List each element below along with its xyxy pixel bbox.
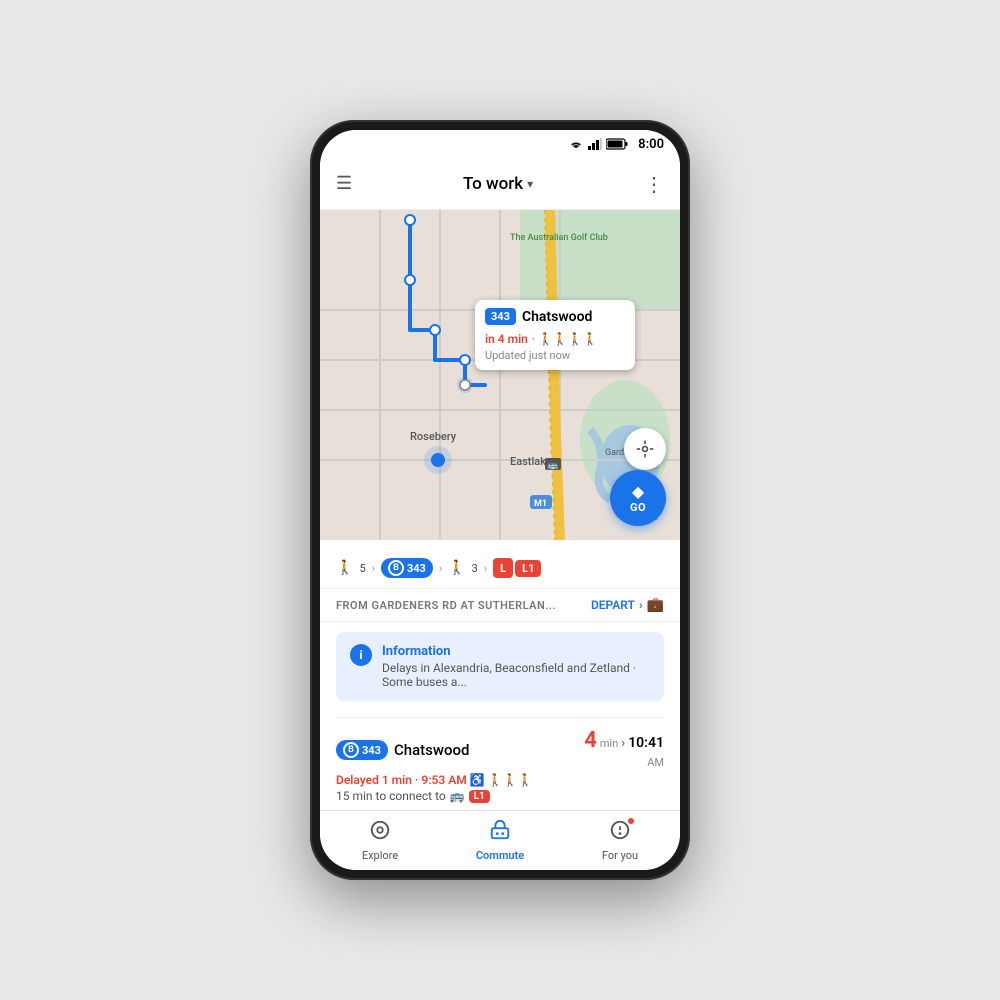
depart-label: DEPART	[591, 598, 635, 612]
map-area: Maloney St Jlener Rd Rosebery Eastlakes	[320, 210, 680, 540]
info-icon: i	[350, 644, 372, 666]
info-title: Information	[382, 644, 650, 659]
trip-right: 4 min › 10:41 AM	[584, 730, 664, 770]
arrival-time: 10:41	[628, 735, 664, 751]
status-bar: 8:00	[320, 130, 680, 158]
tooltip-time: in 4 min	[485, 332, 528, 346]
train-number-badge: L1	[515, 560, 541, 577]
svg-text:M1: M1	[534, 499, 547, 509]
tooltip-occupancy: · 🚶🚶🚶🚶	[532, 332, 598, 346]
status-time: 8:00	[638, 137, 664, 152]
info-content: Information Delays in Alexandria, Beacon…	[382, 644, 650, 689]
svg-text:🚌: 🚌	[547, 461, 558, 471]
go-label: GO	[630, 501, 646, 514]
info-body: Delays in Alexandria, Beaconsfield and Z…	[382, 661, 650, 689]
nav-commute[interactable]: Commute	[440, 811, 560, 870]
depart-chevron: ›	[639, 598, 643, 612]
route-summary: 🚶 5 › B 343 › 🚶 3 › L L1	[320, 554, 680, 589]
go-arrow-icon: ◆	[632, 482, 644, 501]
signal-icon	[588, 138, 602, 150]
explore-icon	[369, 819, 391, 846]
svg-text:The Australian Golf Club: The Australian Golf Club	[510, 233, 608, 243]
walk2-steps: 3	[472, 562, 478, 575]
trip-left: B 343 Chatswood	[336, 740, 469, 760]
arrival-arrow: ›	[621, 736, 625, 751]
tooltip-update: Updated just now	[485, 349, 625, 362]
chevron2: ›	[439, 562, 442, 575]
trip-card[interactable]: B 343 Chatswood 4 min › 10:41	[336, 717, 664, 810]
bottom-sheet: 🚶 5 › B 343 › 🚶 3 › L L1	[320, 540, 680, 810]
trip-bus-number: 343	[362, 744, 381, 757]
notification-dot	[627, 817, 635, 825]
trip-destination: Chatswood	[394, 741, 470, 759]
trip-min-label: min	[600, 737, 618, 750]
bus-route-badge: B 343	[381, 558, 433, 578]
more-options-button[interactable]: ⋮	[644, 172, 664, 196]
destination-selector[interactable]: To work ▾	[463, 174, 533, 194]
walk1-icon: 🚶	[336, 560, 353, 576]
from-line: FROM GARDENERS RD AT SUTHERLAN... DEPART…	[320, 589, 680, 622]
from-text: FROM GARDENERS RD AT SUTHERLAN...	[336, 599, 556, 612]
commute-icon	[489, 819, 511, 846]
status-icons: 8:00	[568, 137, 664, 152]
walk2-icon: 🚶	[448, 560, 465, 576]
destination-title: To work	[463, 174, 523, 194]
info-card[interactable]: i Information Delays in Alexandria, Beac…	[336, 632, 664, 701]
bus-number: 343	[407, 562, 426, 575]
train-l-badge: L	[493, 558, 513, 578]
trip-delay: Delayed 1 min · 9:53 AM ♿ 🚶🚶🚶	[336, 773, 664, 787]
trip-bus-badge: B 343	[336, 740, 388, 760]
tooltip-bus-badge: 343	[485, 308, 516, 325]
top-bar: ☰ To work ▾ ⋮	[320, 158, 680, 210]
chevron1: ›	[372, 562, 375, 575]
dropdown-arrow: ▾	[527, 177, 533, 191]
connect-route: L1	[469, 790, 490, 803]
briefcase-icon: 💼	[647, 597, 664, 613]
go-button[interactable]: ◆ GO	[610, 470, 666, 526]
explore-label: Explore	[362, 849, 398, 862]
delay-text: Delayed 1 min · 9:53 AM	[336, 773, 467, 787]
location-icon	[635, 439, 655, 459]
chevron3: ›	[484, 562, 487, 575]
walk1-steps: 5	[359, 562, 365, 575]
trip-minutes: 4	[584, 730, 597, 752]
map-tooltip[interactable]: 343 Chatswood in 4 min · 🚶🚶🚶🚶 Updated ju…	[475, 300, 635, 370]
tooltip-destination: Chatswood	[522, 309, 592, 325]
trip-connect: 15 min to connect to 🚌 L1	[336, 789, 664, 803]
commute-label: Commute	[476, 849, 524, 862]
connect-text: 15 min to connect to	[336, 789, 446, 803]
occupancy-icon: 🚶🚶🚶	[488, 773, 533, 787]
trip-bus-letter: B	[343, 742, 359, 758]
for-you-label: For you	[602, 849, 638, 862]
nav-explore[interactable]: Explore	[320, 811, 440, 870]
battery-icon	[606, 138, 628, 150]
for-you-icon	[609, 819, 631, 846]
connect-bus-icon: 🚌	[450, 789, 465, 803]
location-button[interactable]	[624, 428, 666, 470]
train-letter: L	[500, 562, 506, 575]
svg-text:Rosebery: Rosebery	[410, 430, 457, 443]
bottom-nav: Explore Commute	[320, 810, 680, 870]
wifi-icon	[568, 138, 584, 150]
trip-arrival: 10:41 AM	[628, 732, 664, 770]
accessibility-icon: ♿	[470, 773, 485, 787]
bus-letter: B	[388, 560, 404, 576]
arrival-period: AM	[647, 756, 664, 769]
nav-for-you[interactable]: For you	[560, 811, 680, 870]
menu-button[interactable]: ☰	[336, 173, 352, 194]
depart-button[interactable]: DEPART › 💼	[591, 597, 664, 613]
